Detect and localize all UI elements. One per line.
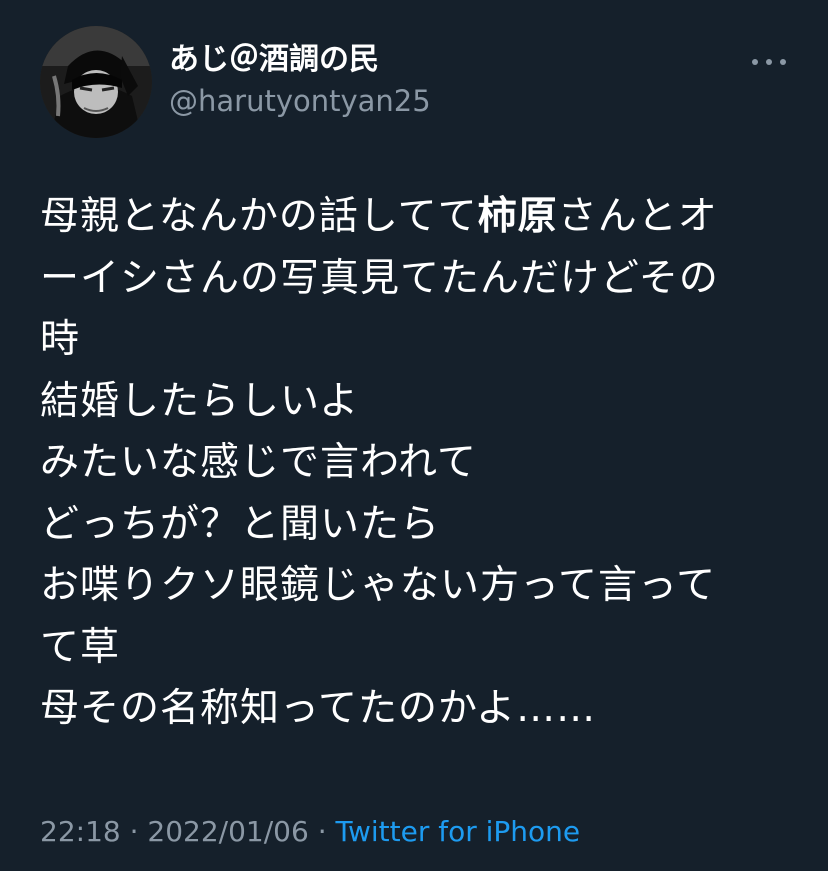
tweet-text-line: 時	[40, 317, 81, 362]
tweet: あじ＠酒調の民 @harutyontyan25 母親となんかの話してて柿原さんと…	[0, 0, 828, 871]
tweet-time[interactable]: 22:18	[40, 815, 121, 848]
tweet-text-line: て草	[40, 624, 121, 670]
more-dot	[780, 59, 786, 65]
tweet-meta: 22:18 · 2022/01/06 · Twitter for iPhone	[40, 813, 580, 851]
tweet-text-line: みたいな感じで言われて	[40, 440, 477, 485]
avatar-image	[40, 26, 152, 138]
more-horizontal-icon[interactable]	[752, 52, 786, 72]
avatar[interactable]	[40, 26, 152, 138]
tweet-text-bold: 柿原	[477, 194, 558, 239]
display-name[interactable]: あじ＠酒調の民	[169, 40, 431, 80]
user-handle[interactable]: @harutyontyan25	[169, 82, 431, 120]
tweet-source-link[interactable]: Twitter for iPhone	[336, 815, 581, 848]
more-dot	[766, 59, 772, 65]
meta-separator: ·	[308, 815, 336, 848]
tweet-text-line: 母その名称知ってたのかよ……	[40, 686, 597, 731]
tweet-date[interactable]: 2022/01/06	[147, 815, 308, 848]
tweet-text-line: ーイシさんの写真見てたんだけどその	[40, 255, 719, 301]
user-info: あじ＠酒調の民 @harutyontyan25	[169, 40, 431, 120]
tweet-text-line: 結婚したらしいよ	[40, 378, 360, 424]
tweet-text-line: お喋りクソ眼鏡じゃない方って言って	[40, 563, 717, 608]
tweet-text-line: 母親となんかの話してて柿原さんとオ	[40, 186, 800, 248]
tweet-text-segment: 母親となんかの話してて	[40, 194, 478, 239]
meta-separator: ·	[120, 815, 148, 848]
tweet-text-segment: さんとオ	[557, 194, 718, 239]
tweet-text: 母親となんかの話してて柿原さんとオ ーイシさんの写真見てたんだけどその 時 結婚…	[40, 186, 800, 740]
tweet-text-line: どっちが？と聞いたら	[40, 501, 441, 547]
more-dot	[752, 59, 758, 65]
